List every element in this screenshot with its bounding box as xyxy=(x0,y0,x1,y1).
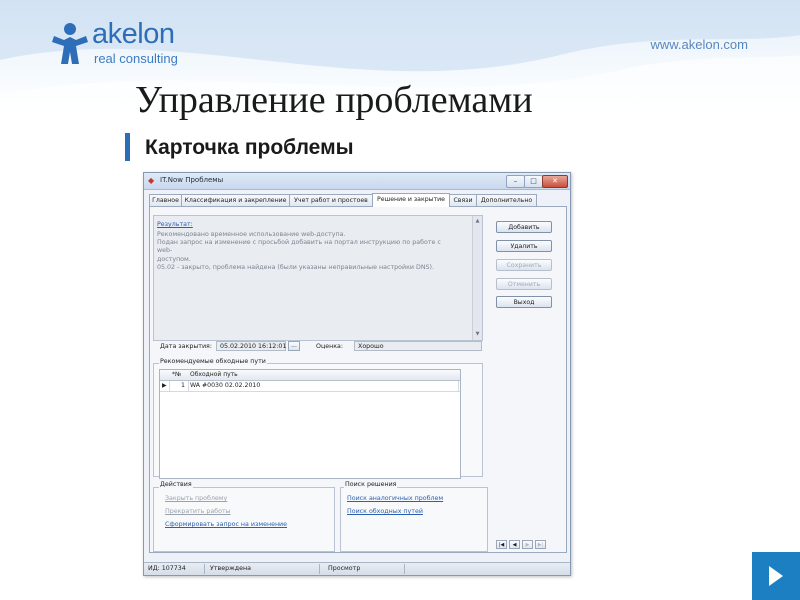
create-change-request-link[interactable]: Сформировать запрос на изменение xyxy=(165,521,287,528)
window-titlebar[interactable]: ◆ IT.Now Проблемы – □ ✕ xyxy=(144,173,570,190)
column-header-workaround[interactable]: Обходной путь xyxy=(190,371,238,378)
status-divider xyxy=(319,564,320,574)
rating-field[interactable]: Хорошо xyxy=(354,341,482,351)
window-title: IT.Now Проблемы xyxy=(160,176,224,184)
prev-record-button[interactable]: ◀ xyxy=(509,540,520,549)
stop-work-link[interactable]: Прекратить работы xyxy=(165,508,231,515)
tab-resolution[interactable]: Решение и закрытие xyxy=(372,193,450,207)
result-scrollbar[interactable]: ▲ ▼ xyxy=(472,216,482,340)
workarounds-grid: *№ Обходной путь ▶ 1 WA #0030 02.02.2010 xyxy=(159,369,461,479)
delete-button[interactable]: Удалить xyxy=(496,240,552,252)
status-divider xyxy=(404,564,405,574)
app-icon: ◆ xyxy=(148,176,155,185)
grid-header: *№ Обходной путь xyxy=(160,370,460,381)
row-pointer-icon: ▶ xyxy=(162,382,167,389)
problem-card-window: ◆ IT.Now Проблемы – □ ✕ Главное Классифи… xyxy=(143,172,571,576)
last-record-button[interactable]: ▶| xyxy=(535,540,546,549)
status-id: ИД: 107734 xyxy=(148,565,186,572)
tab-main[interactable]: Главное xyxy=(149,194,182,206)
result-line: доступом. xyxy=(157,255,191,263)
find-workarounds-link[interactable]: Поиск обходных путей xyxy=(347,508,423,515)
tab-work-accounting[interactable]: Учет работ и простоев xyxy=(289,194,373,206)
column-header-num[interactable]: *№ xyxy=(172,371,181,378)
status-mode: Просмотр xyxy=(328,565,361,572)
maximize-button[interactable]: □ xyxy=(524,175,543,188)
status-bar: ИД: 107734 Утверждена Просмотр xyxy=(144,562,570,575)
close-date-field[interactable]: 05.02.2010 16:12:01 xyxy=(216,341,286,351)
close-button[interactable]: ✕ xyxy=(542,175,568,188)
exit-button[interactable]: Выход xyxy=(496,296,552,308)
result-text: Рекомендовано временное использование we… xyxy=(157,231,453,272)
status-state: Утверждена xyxy=(210,565,251,572)
result-line: Рекомендовано временное использование we… xyxy=(157,231,346,238)
tab-additional[interactable]: Дополнительно xyxy=(476,194,537,206)
close-date-label: Дата закрытия: xyxy=(160,343,212,350)
find-similar-problems-link[interactable]: Поиск аналогичных проблем xyxy=(347,495,443,502)
person-logo-icon xyxy=(52,23,88,64)
akelon-logo: akelon real consulting xyxy=(50,18,200,70)
subtitle-accent-bar xyxy=(125,133,130,161)
first-record-button[interactable]: |◀ xyxy=(496,540,507,549)
status-divider xyxy=(204,564,205,574)
cell-divider xyxy=(188,381,189,391)
row-number: 1 xyxy=(181,382,185,389)
result-textarea[interactable]: Результат: Рекомендовано временное испол… xyxy=(153,215,483,341)
tab-classification[interactable]: Классификация и закрепление xyxy=(181,194,290,206)
logo-name: akelon xyxy=(92,18,175,50)
cell-divider xyxy=(458,381,459,391)
site-url: www.akelon.com xyxy=(650,37,748,52)
next-slide-button[interactable] xyxy=(752,552,800,600)
page-subtitle: Карточка проблемы xyxy=(145,136,354,159)
row-workaround: WA #0030 02.02.2010 xyxy=(190,382,261,389)
play-arrow-icon xyxy=(769,566,783,586)
result-label: Результат: xyxy=(157,221,193,228)
scroll-up-icon[interactable]: ▲ xyxy=(474,218,481,225)
next-record-button[interactable]: ▶ xyxy=(522,540,533,549)
date-picker-button[interactable]: ... xyxy=(288,341,300,351)
rating-label: Оценка: xyxy=(316,343,344,350)
result-line: Подан запрос на изменение с просьбой доб… xyxy=(157,239,441,255)
actions-title: Действия xyxy=(159,481,193,488)
search-solution-title: Поиск решения xyxy=(344,481,398,488)
add-button[interactable]: Добавить xyxy=(496,221,552,233)
scroll-down-icon[interactable]: ▼ xyxy=(474,331,481,338)
save-button[interactable]: Сохранить xyxy=(496,259,552,271)
page-title: Управление проблемами xyxy=(135,79,533,121)
result-line: 05.02 - закрыто, проблема найдена (были … xyxy=(157,263,434,271)
close-problem-link[interactable]: Закрыть проблему xyxy=(165,495,227,502)
minimize-button[interactable]: – xyxy=(506,175,525,188)
cancel-button[interactable]: Отменить xyxy=(496,278,552,290)
workarounds-title: Рекомендуемые обходные пути xyxy=(159,358,267,365)
table-row[interactable]: ▶ 1 WA #0030 02.02.2010 xyxy=(160,381,460,392)
cell-divider xyxy=(169,381,170,391)
tab-links[interactable]: Связи xyxy=(449,194,477,206)
logo-tagline: real consulting xyxy=(94,51,178,66)
